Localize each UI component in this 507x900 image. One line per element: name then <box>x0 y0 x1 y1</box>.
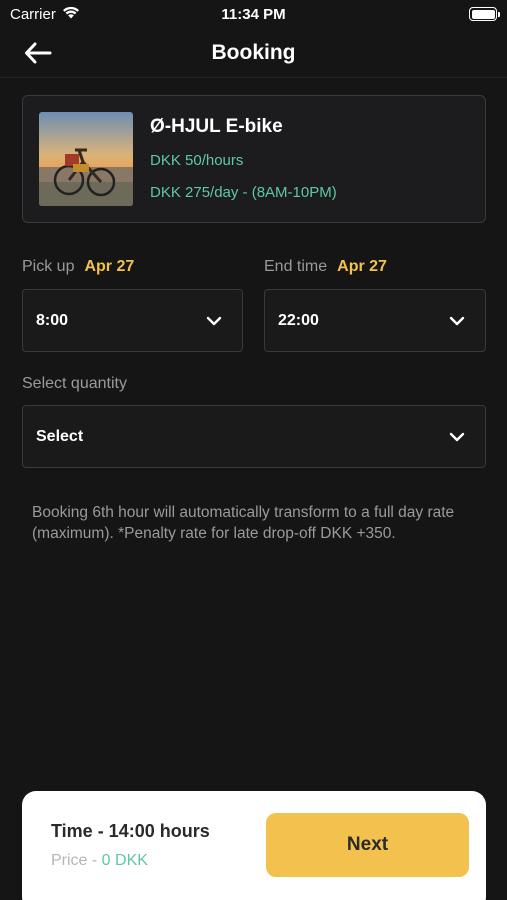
pickup-label: Pick up <box>22 258 75 275</box>
summary-price: Price - 0 DKK <box>51 852 210 870</box>
pickup-date[interactable]: Apr 27 <box>84 258 134 276</box>
booking-summary-sheet: Time - 14:00 hours Price - 0 DKK Next <box>22 791 486 900</box>
endtime-label: End time <box>264 258 328 275</box>
battery-icon <box>469 7 500 21</box>
summary-price-value: 0 DKK <box>101 852 148 869</box>
daily-rate: DKK 275/day - (8AM-10PM) <box>150 184 337 201</box>
summary-price-label: Price - <box>51 852 102 869</box>
wifi-icon <box>62 6 80 23</box>
navigation-bar: Booking <box>0 28 507 78</box>
endtime-label-row: End time Apr 27 <box>264 258 387 276</box>
chevron-down-icon <box>206 316 222 325</box>
product-name: Ø-HJUL E-bike <box>150 116 283 137</box>
pickup-time-value: 8:00 <box>36 311 69 329</box>
product-card: Ø-HJUL E-bike DKK 50/hours DKK 275/day -… <box>22 95 486 223</box>
back-button[interactable] <box>22 38 54 68</box>
chevron-down-icon <box>449 432 465 441</box>
carrier-label: Carrier <box>10 5 56 23</box>
pickup-time-select[interactable]: 8:00 <box>22 289 243 352</box>
pickup-label-row: Pick up Apr 27 <box>22 258 134 276</box>
summary-time: Time - 14:00 hours <box>51 821 210 841</box>
product-image <box>39 112 133 206</box>
booking-note: Booking 6th hour will automatically tran… <box>32 504 455 542</box>
next-button[interactable]: Next <box>266 813 469 877</box>
endtime-date[interactable]: Apr 27 <box>337 258 387 276</box>
chevron-down-icon <box>449 316 465 325</box>
endtime-value: 22:00 <box>278 311 319 329</box>
quantity-select[interactable]: Select <box>22 405 486 468</box>
back-arrow-icon <box>25 42 52 64</box>
quantity-value: Select <box>36 427 84 445</box>
page-title: Booking <box>211 40 296 64</box>
status-bar: Carrier 11:34 PM <box>0 0 507 28</box>
endtime-select[interactable]: 22:00 <box>264 289 486 352</box>
quantity-label: Select quantity <box>22 375 127 392</box>
booking-summary: Time - 14:00 hours Price - 0 DKK <box>51 821 210 870</box>
hourly-rate: DKK 50/hours <box>150 152 244 169</box>
